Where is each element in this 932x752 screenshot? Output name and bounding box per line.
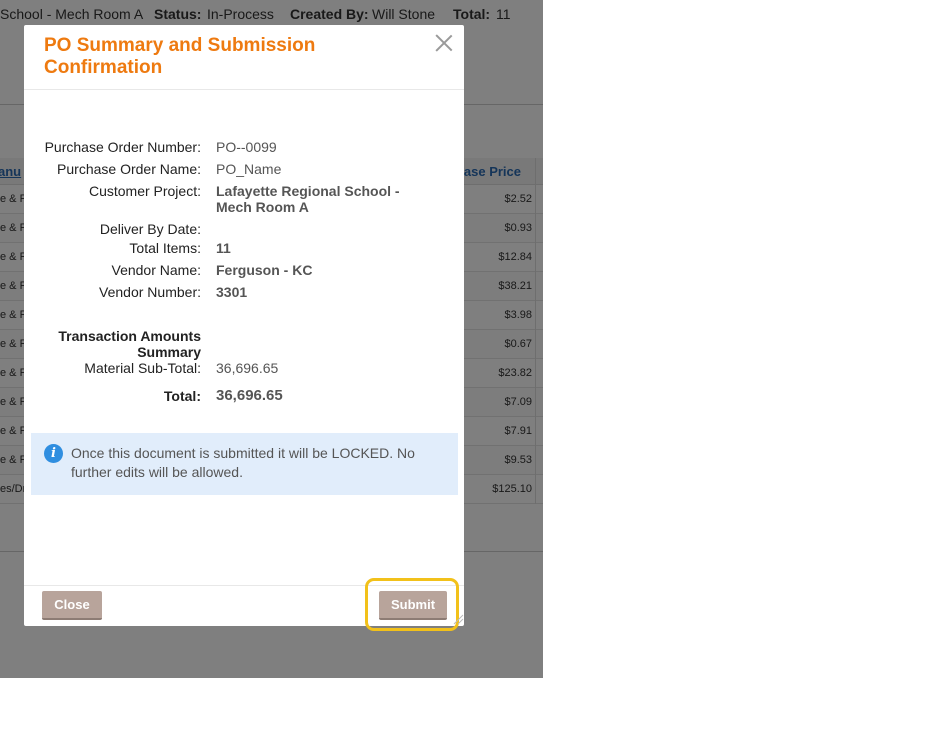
total-amount-label: Total: — [163, 388, 201, 404]
total-items-label: Total Items: — [129, 240, 201, 256]
vendor-name-value: Ferguson - KC — [216, 262, 313, 278]
close-icon[interactable] — [433, 32, 455, 54]
po-number-label: Purchase Order Number: — [44, 139, 201, 155]
transaction-summary-heading: Transaction Amounts Summary — [44, 328, 201, 360]
deliver-by-label: Deliver By Date: — [99, 221, 201, 237]
subtotal-label: Material Sub-Total: — [84, 360, 201, 376]
vendor-number-value: 3301 — [216, 284, 248, 300]
modal-title: PO Summary and Submission Confirmation — [44, 35, 316, 78]
info-icon: i — [44, 444, 63, 463]
transaction-heading-line: Transaction Amounts — [58, 328, 201, 344]
header-divider — [24, 89, 464, 90]
vendor-name-label: Vendor Name: — [111, 262, 202, 278]
customer-project-label: Customer Project: — [88, 183, 201, 199]
submit-highlight-ring — [365, 578, 459, 631]
total-items-value: 11 — [216, 240, 231, 256]
customer-project-value: Lafayette Regional School - Mech Room A — [216, 183, 400, 215]
po-name-value: PO_Name — [216, 161, 282, 177]
po-name-label: Purchase Order Name: — [57, 161, 201, 177]
lock-warning-alert: i Once this document is submitted it wil… — [31, 433, 458, 495]
po-number-value: PO--0099 — [216, 139, 277, 155]
total-amount-value: 36,696.65 — [216, 387, 283, 404]
vendor-number-label: Vendor Number: — [99, 284, 201, 300]
po-summary-modal: PO Summary and Submission Confirmation P… — [24, 25, 464, 626]
resize-grip-icon[interactable] — [452, 612, 464, 626]
subtotal-value: 36,696.65 — [216, 360, 279, 376]
lock-warning-text: Once this document is submitted it will … — [71, 445, 415, 480]
close-button[interactable]: Close — [42, 591, 102, 620]
transaction-heading-line: Summary — [137, 344, 201, 360]
